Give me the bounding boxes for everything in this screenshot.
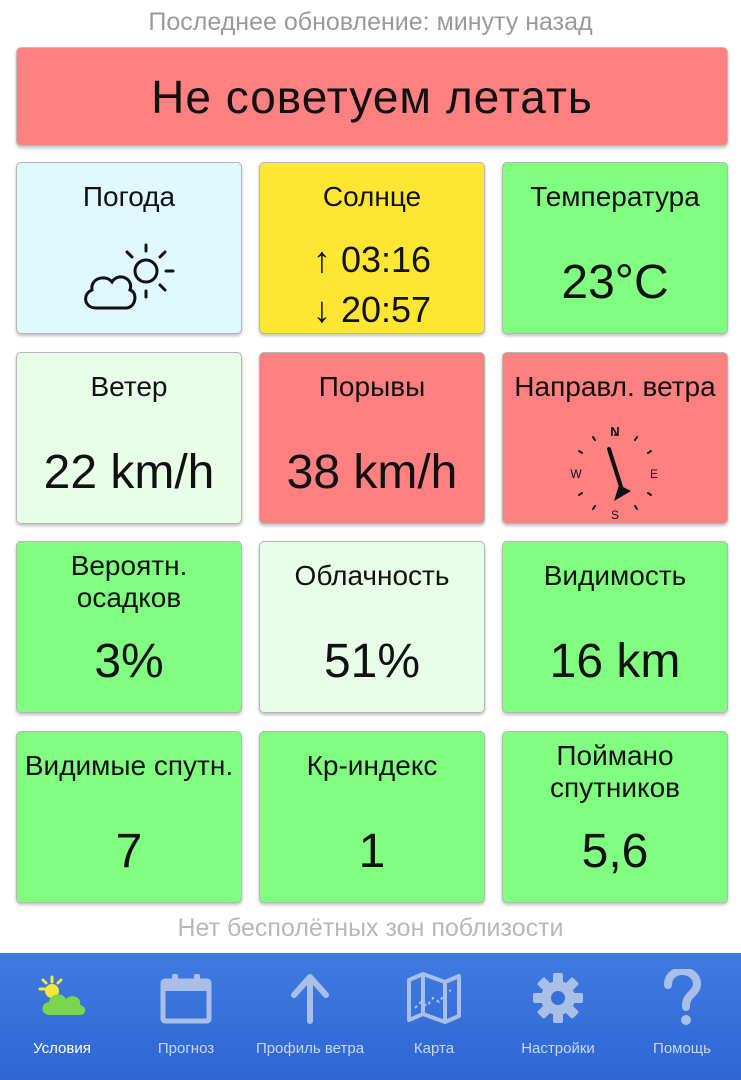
sunrise-row: ↑ 03:16 — [260, 235, 484, 285]
compass-north-label: N — [610, 424, 619, 439]
visible-satellites-label: Видимые спутн. — [24, 750, 234, 781]
compass-south-label: S — [611, 508, 619, 522]
no-fly-zone-note: Нет бесполётных зон поблизости — [177, 914, 564, 942]
nav-forecast-label: Прогноз — [157, 1040, 215, 1057]
question-icon — [664, 969, 702, 1025]
nav-map[interactable]: Карта — [372, 953, 496, 1080]
visibility-label: Видимость — [543, 560, 687, 591]
partly-cloudy-icon — [84, 243, 175, 310]
bottom-navigation: Условия Прогноз Профиль ветра Карта Наст… — [0, 953, 741, 1080]
nav-map-label: Карта — [413, 1040, 455, 1057]
gear-icon — [533, 973, 583, 1023]
nav-wind-profile[interactable]: Профиль ветра — [248, 953, 372, 1080]
nav-help-label: Помощь — [653, 1040, 711, 1057]
locked-satellites-value: 5,6 — [581, 825, 649, 878]
compass-west-label: W — [570, 467, 582, 481]
kp-index-label: Кр-индекс — [306, 750, 438, 781]
locked-satellites-tile[interactable]: Поймано спутников 5,6 — [502, 731, 728, 903]
weather-tile[interactable]: Погода — [16, 162, 242, 334]
precipitation-label-line2: осадков — [76, 582, 182, 613]
precipitation-tile[interactable]: Вероятн. осадков 3% — [16, 541, 242, 713]
nav-forecast[interactable]: Прогноз — [124, 953, 248, 1080]
flight-status-text: Не советуем летать — [151, 70, 593, 123]
temperature-value: 23°C — [561, 256, 669, 309]
precipitation-label: Вероятн. осадков — [17, 550, 241, 614]
last-update-text: Последнее обновление: минуту назад — [148, 8, 593, 36]
weather-label: Погода — [82, 181, 176, 212]
nav-wind-profile-label: Профиль ветра — [255, 1040, 365, 1057]
locked-satellites-label: Поймано спутников — [503, 740, 727, 804]
precipitation-value: 3% — [94, 635, 164, 688]
wind-label: Ветер — [90, 371, 168, 402]
wind-direction-arrow — [607, 447, 631, 501]
cloud-cover-tile[interactable]: Облачность 51% — [259, 541, 485, 713]
gusts-value: 38 km/h — [286, 446, 458, 499]
nav-help[interactable]: Помощь — [620, 953, 741, 1080]
visible-satellites-tile[interactable]: Видимые спутн. 7 — [16, 731, 242, 903]
map-icon — [407, 972, 461, 1024]
sunset-time: 20:57 — [340, 289, 432, 330]
sun-label: Солнце — [322, 181, 422, 212]
compass-icon: N E S W — [570, 424, 658, 522]
sunrise-time: 03:16 — [340, 239, 432, 280]
nav-settings-label: Настройки — [521, 1040, 595, 1057]
wind-value: 22 km/h — [43, 446, 215, 499]
weather-icon — [38, 975, 86, 1015]
precipitation-label-line1: Вероятн. — [70, 550, 188, 581]
nav-settings[interactable]: Настройки — [496, 953, 620, 1080]
wind-direction-tile[interactable]: Направл. ветра N E S W — [502, 352, 728, 524]
nav-conditions[interactable]: Условия — [0, 953, 124, 1080]
compass-east-label: E — [650, 467, 658, 481]
temperature-tile[interactable]: Температура 23°C — [502, 162, 728, 334]
locked-satellites-label-line1: Поймано — [556, 740, 674, 771]
kp-index-value: 1 — [358, 825, 386, 878]
sunrise-arrow-icon: ↑ — [312, 239, 331, 280]
calendar-icon — [160, 974, 212, 1024]
arrow-up-icon — [291, 974, 329, 1024]
flight-status-banner[interactable]: Не советуем летать — [16, 47, 728, 146]
cloud-cover-value: 51% — [323, 635, 421, 688]
gusts-tile[interactable]: Порывы 38 km/h — [259, 352, 485, 524]
sun-tile[interactable]: Солнце ↑ 03:16 ↓ 20:57 — [259, 162, 485, 334]
visibility-value: 16 km — [549, 635, 681, 688]
sunset-arrow-icon: ↓ — [312, 289, 331, 330]
wind-direction-label: Направл. ветра — [514, 371, 716, 402]
sunset-row: ↓ 20:57 — [260, 285, 484, 335]
visibility-tile[interactable]: Видимость 16 km — [502, 541, 728, 713]
locked-satellites-label-line2: спутников — [549, 772, 681, 803]
visible-satellites-value: 7 — [115, 825, 143, 878]
wind-tile[interactable]: Ветер 22 km/h — [16, 352, 242, 524]
nav-conditions-label: Условия — [33, 1040, 91, 1057]
temperature-label: Температура — [530, 181, 700, 212]
cloud-cover-label: Облачность — [294, 560, 450, 591]
kp-index-tile[interactable]: Кр-индекс 1 — [259, 731, 485, 903]
gusts-label: Порывы — [318, 371, 426, 402]
